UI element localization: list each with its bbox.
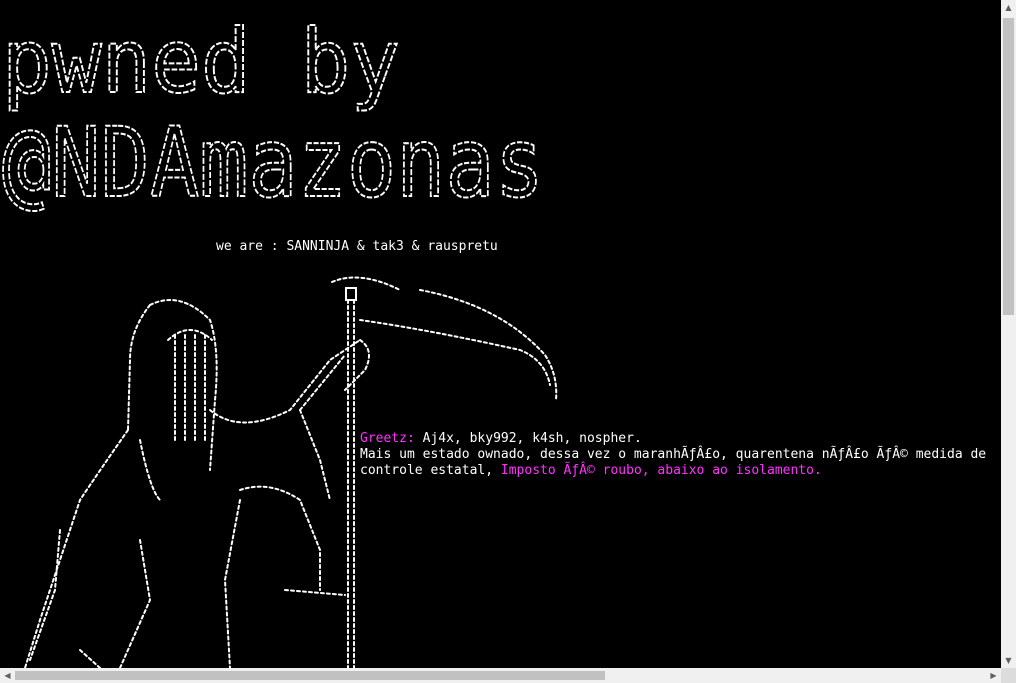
banner-line1: pwned by bbox=[2, 10, 400, 113]
scroll-right-arrow-icon[interactable]: ▶ bbox=[986, 668, 1001, 683]
message-block: Greetz: Aj4x, bky992, k4sh, nospher. Mai… bbox=[360, 431, 986, 479]
message-line3-prefix: controle estatal, bbox=[360, 463, 501, 478]
greetz-names: Aj4x, bky992, k4sh, nospher. bbox=[414, 431, 642, 446]
greetz-label: Greetz: bbox=[360, 431, 415, 446]
vertical-scrollbar-thumb[interactable] bbox=[1003, 18, 1014, 315]
scroll-left-arrow-icon[interactable]: ◀ bbox=[0, 668, 15, 683]
vertical-scrollbar[interactable]: ▲ ▼ bbox=[1001, 0, 1016, 668]
crew-line: we are : SANNINJA & tak3 & rauspretu bbox=[216, 239, 498, 254]
horizontal-scrollbar[interactable]: ◀ ▶ bbox=[0, 668, 1001, 683]
pwned-banner: pwned by @NDAmazonas bbox=[1, 9, 545, 220]
scrollbar-corner bbox=[1001, 668, 1016, 683]
page-viewport: pwned by @NDAmazonas we are : SANNINJA &… bbox=[0, 0, 1001, 668]
horizontal-scrollbar-thumb[interactable] bbox=[15, 671, 605, 680]
scroll-down-arrow-icon[interactable]: ▼ bbox=[1001, 653, 1016, 668]
message-line3-highlight: Imposto ÃƒÂ© roubo, abaixo ao isolamento… bbox=[500, 463, 822, 478]
message-line2: Mais um estado ownado, dessa vez o maran… bbox=[360, 447, 987, 462]
banner-line2: @NDAmazonas bbox=[2, 107, 544, 219]
scroll-up-arrow-icon[interactable]: ▲ bbox=[1001, 0, 1016, 15]
